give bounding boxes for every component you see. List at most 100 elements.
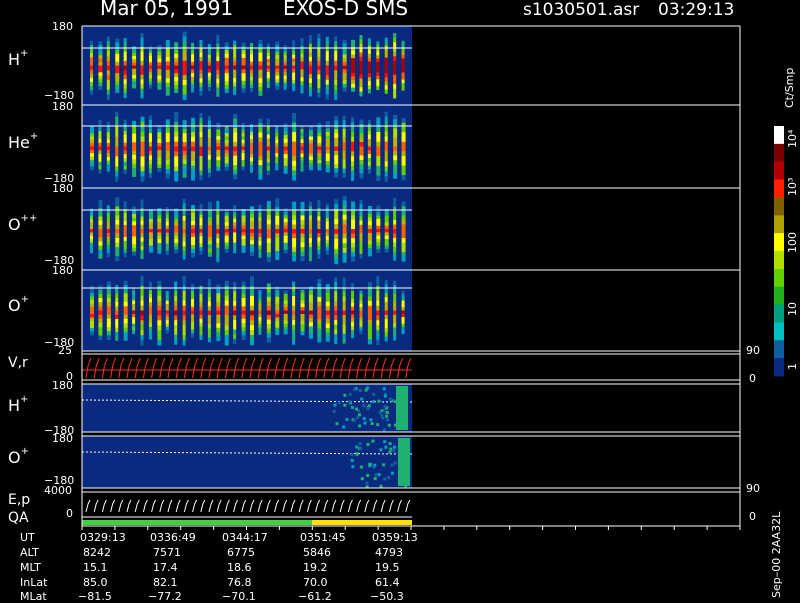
spectrogram-cell [106, 201, 110, 206]
spectrogram-cell [317, 288, 322, 294]
spectrogram-cell [292, 224, 297, 230]
spectrogram-cell [132, 323, 136, 328]
spectrogram-cell [308, 74, 312, 80]
spectrogram-cell [174, 176, 179, 182]
colorbar-label-1: 1 [786, 363, 799, 370]
spectrogram-cell [334, 129, 339, 134]
spectrogram-cell [342, 87, 347, 92]
spectrogram-cell [174, 88, 179, 94]
spectrogram-cell [317, 220, 321, 226]
spectrogram-cell [308, 247, 312, 253]
spectrogram-cell [174, 65, 179, 70]
spectrogram-cell [356, 416, 360, 420]
spectrogram-cell [342, 214, 347, 221]
spectrogram-cell [384, 77, 388, 82]
spectrogram-cell [325, 60, 329, 66]
spectrogram-cell [241, 281, 246, 287]
spectrogram-cell [106, 310, 111, 316]
spectrogram-cell [388, 442, 392, 446]
spectrogram-cell [283, 239, 288, 244]
spectrogram-cell [325, 121, 330, 126]
spectrogram-cell [275, 41, 280, 46]
spectrogram-cell [275, 211, 280, 217]
spectrogram-cell [216, 74, 220, 80]
spectrogram-cell [300, 320, 305, 325]
spectrogram-cell [233, 242, 237, 247]
spectrogram-cell [317, 126, 322, 131]
spectrogram-cell [157, 305, 162, 311]
spectrogram-cell [266, 337, 271, 343]
spectrogram-cell [367, 154, 371, 159]
spectrogram-cell [376, 170, 381, 177]
spectrogram-cell [367, 404, 371, 408]
spectrogram-cell [106, 79, 110, 86]
ephem-cell: 6775 [227, 546, 255, 559]
spectrogram-cell [140, 295, 144, 302]
spectrogram-cell [275, 293, 280, 298]
spectrogram-cell [199, 246, 203, 252]
spectrogram-cell [376, 62, 380, 66]
spectrogram-cell [275, 85, 280, 90]
spectrogram-cell [140, 245, 144, 251]
spectrogram-cell [199, 136, 203, 143]
spectrogram-cell [233, 48, 237, 54]
spectrogram-cell [376, 161, 381, 167]
spectrogram-cell [123, 142, 127, 147]
spectrogram-cell [106, 289, 111, 295]
spectrogram-cell [90, 61, 93, 66]
spectrogram-cell [157, 41, 162, 46]
spectrogram-cell [292, 72, 296, 77]
spectrogram-cell [317, 254, 321, 259]
spectrogram-cell [325, 328, 330, 333]
spectrogram-cell [157, 128, 162, 133]
spectrogram-cell [376, 82, 380, 87]
spectrogram-cell [292, 310, 296, 316]
spectrogram-cell [325, 124, 330, 129]
spectrogram-cell [224, 153, 229, 158]
spectrogram-cell [376, 232, 381, 237]
spectrogram-cell [378, 410, 382, 414]
spectrogram-cell [148, 81, 152, 86]
spectrogram-cell [359, 245, 363, 251]
spectrogram-cell [401, 307, 405, 311]
spectrogram-cell [300, 142, 304, 147]
spectrogram-cell [90, 327, 94, 332]
spectrogram-cell [191, 136, 196, 143]
spectrogram-cell [224, 215, 229, 220]
spectrogram-cell [216, 78, 220, 84]
spectrogram-cell [359, 164, 364, 170]
spectrogram-cell [207, 124, 211, 130]
spectrogram-cell [342, 319, 346, 325]
spectrogram-cell [258, 141, 263, 147]
ep-trace [257, 499, 263, 513]
spectrogram-cell [342, 124, 346, 130]
spectrogram-cell [300, 197, 305, 203]
spectrogram-cell [283, 62, 287, 66]
spectrogram-cell [174, 161, 179, 167]
spectrogram-cell [207, 306, 211, 311]
spectrogram-cell [132, 68, 137, 73]
spectrogram-cell [140, 65, 144, 71]
spectrogram-cell [216, 301, 221, 307]
spectrogram-cell [377, 399, 381, 403]
spectrogram-cell [123, 232, 127, 238]
spectrogram-cell [115, 219, 120, 225]
spectrogram-cell [401, 132, 406, 138]
spectrogram-cell [115, 50, 120, 55]
colorbar-segment [774, 197, 784, 216]
spectrogram-cell [191, 175, 196, 181]
spectrogram-cell [359, 212, 363, 218]
spectrogram-cell [106, 331, 111, 336]
spectrogram-cell [207, 244, 212, 249]
spectrogram-cell [157, 276, 162, 282]
spectrogram-cell [207, 168, 211, 174]
spectrogram-cell [115, 251, 120, 257]
spectrogram-cell [317, 133, 322, 137]
spectrogram-cell [132, 210, 137, 215]
spectrogram-cell [283, 169, 288, 174]
spectrogram-cell [317, 159, 322, 164]
spectrogram-cell [250, 42, 253, 48]
spectrogram-cell [140, 340, 144, 346]
spectrogram-cell [224, 129, 229, 134]
spectrogram-cell [115, 224, 120, 230]
